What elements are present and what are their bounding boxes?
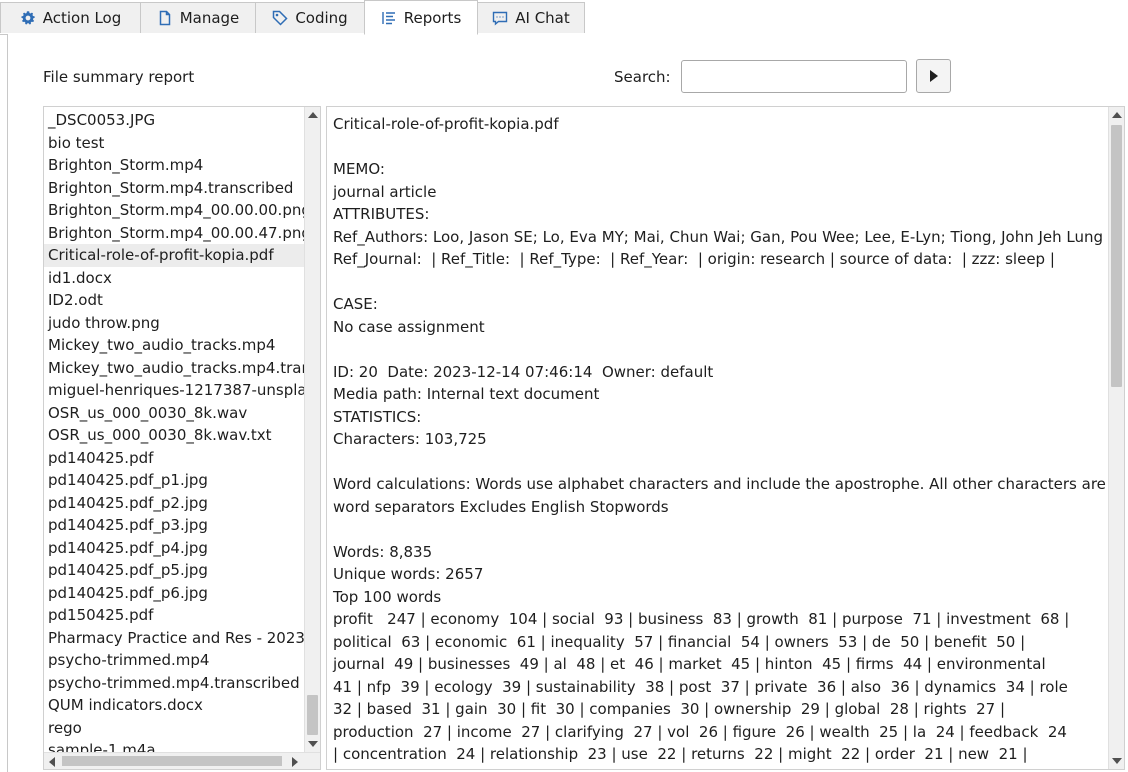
scroll-down-arrow-icon[interactable] xyxy=(1112,758,1122,764)
report-line: ATTRIBUTES: xyxy=(333,205,430,223)
file-list-item[interactable]: Brighton_Storm.mp4_00.00.00.png xyxy=(44,199,304,222)
report-line: CASE: xyxy=(333,295,378,313)
file-list-item[interactable]: id1.docx xyxy=(44,267,304,290)
report-line: Media path: Internal text document xyxy=(333,385,600,403)
report-line: Characters: 103,725 xyxy=(333,430,487,448)
file-list[interactable]: _DSC0053.JPG bio test Brighton_Storm.mp4 Br… xyxy=(43,106,321,770)
file-list-item[interactable]: pd140425.pdf_p6.jpg xyxy=(44,582,304,605)
report-line xyxy=(333,136,1105,159)
report-line: 32 | based 31 | gain 30 | fit 30 | compa… xyxy=(333,700,1006,718)
report-text-area[interactable]: Critical-role-of-profit-kopia.pdf MEMO: jo… xyxy=(326,106,1125,770)
report-line: journal article xyxy=(333,182,437,201)
report-line: journal 49 | businesses 49 | al 48 | et … xyxy=(333,655,1046,673)
file-list-item[interactable]: QUM indicators.docx xyxy=(44,694,304,717)
file-list-item[interactable]: _DSC0053.JPG xyxy=(44,109,304,132)
tab-ai-chat[interactable]: AI Chat xyxy=(477,2,585,33)
file-list-item[interactable]: psycho-trimmed.mp4 xyxy=(44,649,304,672)
report-line: Words: 8,835 xyxy=(333,542,433,561)
search-go-button[interactable] xyxy=(916,59,951,93)
tab-label: Reports xyxy=(403,8,462,27)
file-list-item[interactable]: pd140425.pdf_p2.jpg xyxy=(44,492,304,515)
file-list-horizontal-scrollbar[interactable] xyxy=(44,752,320,769)
report-line: Critical-role-of-profit-kopia.pdf xyxy=(333,115,559,133)
report-line: | concentration 24 | relationship 23 | u… xyxy=(333,745,1028,763)
tab-bar: Action Log Manage Coding Reports AI Chat xyxy=(0,0,1128,35)
search-input[interactable] xyxy=(681,60,907,93)
report-line: profit 247 | economy 104 | social 93 | b… xyxy=(333,610,1070,628)
report-line: Ref_Authors: Loo, Jason SE; Lo, Eva MY; … xyxy=(333,227,1113,246)
scroll-right-arrow-icon[interactable] xyxy=(292,757,298,767)
tab-label: Coding xyxy=(295,9,348,27)
file-list-item[interactable]: OSR_us_000_0030_8k.wav.txt xyxy=(44,424,304,447)
file-list-vertical-scrollbar[interactable] xyxy=(304,107,320,752)
report-line: No case assignment xyxy=(333,317,485,336)
report-line: Ref_Journal: | Ref_Title: | Ref_Type: | … xyxy=(333,250,1055,268)
tag-icon xyxy=(272,10,288,26)
gear-icon xyxy=(20,10,36,26)
file-list-item[interactable]: rego xyxy=(44,717,304,740)
report-line xyxy=(333,518,1105,541)
report-line: MEMO: xyxy=(333,160,385,178)
report-text: Critical-role-of-profit-kopia.pdf MEMO: jo… xyxy=(333,113,1113,766)
list-icon xyxy=(381,10,397,26)
tab-coding[interactable]: Coding xyxy=(255,2,365,33)
file-list-item[interactable]: Mickey_two_audio_tracks.mp4.trans xyxy=(44,357,304,380)
play-arrow-icon xyxy=(929,67,939,86)
tab-label: Action Log xyxy=(42,9,122,27)
file-list-item[interactable]: Critical-role-of-profit-kopia.pdf xyxy=(44,244,304,267)
report-line xyxy=(333,451,1105,474)
file-list-item[interactable]: OSR_us_000_0030_8k.wav xyxy=(44,402,304,425)
file-list-item[interactable]: pd140425.pdf_p3.jpg xyxy=(44,514,304,537)
file-list-item[interactable]: Brighton_Storm.mp4_00.00.47.png xyxy=(44,222,304,245)
tab-action-log[interactable]: Action Log xyxy=(0,2,141,33)
tab-manage[interactable]: Manage xyxy=(140,2,256,33)
tab-label: Manage xyxy=(179,9,240,27)
report-line: Word calculations: Words use alphabet ch… xyxy=(333,475,1106,493)
file-list-item[interactable]: bio test xyxy=(44,132,304,155)
file-list-item[interactable]: judo throw.png xyxy=(44,312,304,335)
report-line: Top 100 words xyxy=(333,587,442,606)
chat-icon xyxy=(492,10,508,26)
scroll-down-arrow-icon[interactable] xyxy=(308,741,318,747)
file-list-item[interactable]: pd140425.pdf_p4.jpg xyxy=(44,537,304,560)
scroll-up-arrow-icon[interactable] xyxy=(308,112,318,118)
file-list-item[interactable]: pd140425.pdf_p5.jpg xyxy=(44,559,304,582)
report-line: political 63 | economic 61 | inequality … xyxy=(333,632,1026,651)
report-line: word separators Excludes English Stopwor… xyxy=(333,497,669,516)
file-list-item[interactable]: Brighton_Storm.mp4.transcribed xyxy=(44,177,304,200)
report-line: production 27 | income 27 | clarifying 2… xyxy=(333,722,1067,741)
file-list-item[interactable]: Brighton_Storm.mp4 xyxy=(44,154,304,177)
file-list-item[interactable]: pd140425.pdf_p1.jpg xyxy=(44,469,304,492)
scroll-left-arrow-icon[interactable] xyxy=(49,757,55,767)
report-line: ID: 20 Date: 2023-12-14 07:46:14 Owner: … xyxy=(333,362,714,381)
report-line xyxy=(333,271,1105,294)
report-line: 41 | nfp 39 | ecology 39 | sustainabilit… xyxy=(333,677,1068,696)
file-list-item[interactable]: psycho-trimmed.mp4.transcribed xyxy=(44,672,304,695)
file-items: _DSC0053.JPG bio test Brighton_Storm.mp4 Br… xyxy=(44,109,304,762)
scrollbar-thumb[interactable] xyxy=(62,756,282,766)
file-list-item[interactable]: miguel-henriques-1217387-unspla xyxy=(44,379,304,402)
file-list-item[interactable]: Mickey_two_audio_tracks.mp4 xyxy=(44,334,304,357)
report-vertical-scrollbar[interactable] xyxy=(1108,107,1124,769)
tab-label: AI Chat xyxy=(515,9,570,27)
file-list-item[interactable]: pd140425.pdf xyxy=(44,447,304,470)
report-line: Unique words: 2657 xyxy=(333,565,484,583)
search-label: Search: xyxy=(614,68,671,86)
scrollbar-thumb[interactable] xyxy=(307,695,318,735)
scroll-up-arrow-icon[interactable] xyxy=(1112,112,1122,118)
tab-reports[interactable]: Reports xyxy=(364,0,478,35)
file-list-item[interactable]: ID2.odt xyxy=(44,289,304,312)
scrollbar-thumb[interactable] xyxy=(1111,125,1122,387)
file-list-item[interactable]: Pharmacy Practice and Res - 2023 - xyxy=(44,627,304,650)
file-list-item[interactable]: pd150425.pdf xyxy=(44,604,304,627)
page-title: File summary report xyxy=(43,68,195,86)
report-line: STATISTICS: xyxy=(333,407,422,426)
report-line xyxy=(333,338,1105,361)
document-icon xyxy=(157,10,173,26)
